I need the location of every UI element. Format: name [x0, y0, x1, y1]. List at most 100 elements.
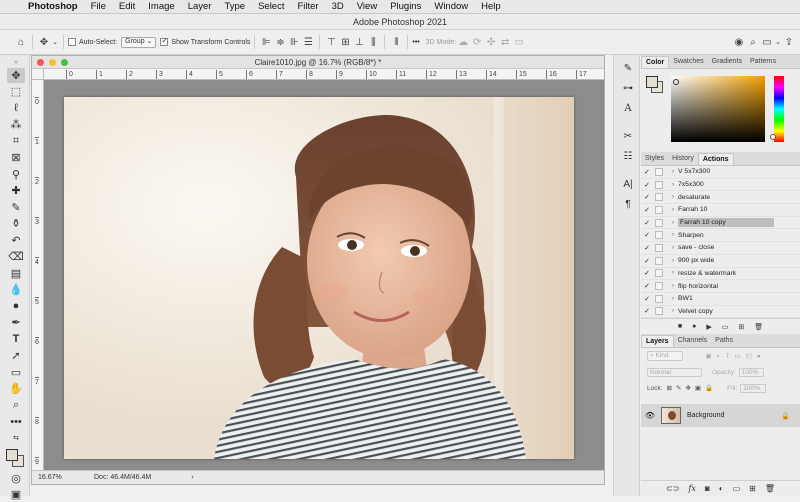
action-item[interactable]: ✓ › save - close [641, 242, 800, 255]
collapse-icon[interactable]: » [7, 58, 25, 66]
action-item[interactable]: ✓ › resize & watermark [641, 268, 800, 281]
gradient-tool-icon[interactable]: ▤ [7, 266, 25, 281]
search-icon[interactable]: ⌕ [746, 35, 760, 49]
properties-icon[interactable]: ☷ [620, 149, 636, 163]
stop-icon[interactable]: ■ [678, 323, 682, 330]
more-tools-icon[interactable]: ••• [7, 414, 25, 429]
foreground-color-swatch[interactable] [6, 449, 18, 461]
action-item[interactable]: ✓ › BW1 [641, 293, 800, 306]
expand-chevron-icon[interactable]: › [668, 182, 678, 188]
action-enabled-check[interactable]: ✓ [641, 307, 653, 315]
close-icon[interactable] [37, 59, 44, 66]
action-dialog-toggle[interactable] [655, 269, 663, 278]
action-enabled-check[interactable]: ✓ [641, 244, 653, 252]
type-tool-icon[interactable]: T [7, 332, 25, 347]
delete-layer-icon[interactable]: 🗑 [765, 484, 775, 493]
zoom-level[interactable]: 16.67% [38, 474, 82, 481]
action-dialog-toggle[interactable] [655, 307, 663, 316]
action-item[interactable]: ✓ › Velvet copy [641, 306, 800, 318]
action-enabled-check[interactable]: ✓ [641, 295, 653, 303]
action-dialog-toggle[interactable] [655, 167, 663, 176]
action-dialog-toggle[interactable] [655, 218, 663, 227]
action-item[interactable]: ✓ › Farrah 10 copy [641, 217, 800, 230]
menu-select[interactable]: Select [252, 1, 291, 12]
dodge-tool-icon[interactable]: ● [7, 299, 25, 314]
clone-stamp-tool-icon[interactable]: ⚱ [7, 216, 25, 231]
action-item[interactable]: ✓ › Sharpen [641, 229, 800, 243]
3d-roll-icon[interactable]: ⟳ [470, 35, 484, 49]
expand-chevron-icon[interactable]: › [668, 169, 678, 175]
action-enabled-check[interactable]: ✓ [641, 257, 653, 265]
menu-filter[interactable]: Filter [291, 1, 325, 12]
align-center-icon[interactable]: ≑ [273, 35, 287, 49]
tab-layers[interactable]: Layers [641, 335, 674, 347]
add-mask-icon[interactable]: ◙ [705, 484, 710, 493]
frame-tool-icon[interactable]: ⊠ [7, 150, 25, 165]
menu-image[interactable]: Image [142, 1, 181, 12]
action-enabled-check[interactable]: ✓ [641, 231, 653, 239]
blend-mode-select[interactable]: Normal [647, 367, 702, 377]
expand-chevron-icon[interactable]: › [668, 283, 678, 289]
crop-tool-icon[interactable]: ⌗ [7, 134, 25, 149]
lock-paint-icon[interactable]: ✎ [676, 384, 681, 392]
action-enabled-check[interactable]: ✓ [641, 219, 653, 227]
action-item[interactable]: ✓ › 900 px wide [641, 255, 800, 268]
tab-color[interactable]: Color [641, 56, 670, 68]
home-icon[interactable]: ⌂ [14, 35, 28, 49]
status-menu-icon[interactable]: › [191, 474, 193, 481]
chevron-down-icon[interactable]: ⌄ [51, 35, 59, 49]
opacity-input[interactable]: 100% [738, 367, 765, 377]
action-dialog-toggle[interactable] [655, 231, 663, 240]
new-action-icon[interactable]: ⊞ [738, 323, 744, 331]
new-set-icon[interactable]: ▭ [722, 323, 729, 331]
lock-pixels-icon[interactable]: ⊠ [667, 384, 672, 392]
tools-presets-icon[interactable]: ✂ [620, 129, 636, 143]
menu-layer[interactable]: Layer [182, 1, 219, 12]
color-picker-handle[interactable] [673, 79, 679, 85]
menu-edit[interactable]: Edit [113, 1, 142, 12]
rectangle-tool-icon[interactable]: ▭ [7, 365, 25, 380]
minimize-icon[interactable] [49, 59, 56, 66]
expand-chevron-icon[interactable]: › [668, 232, 678, 238]
filter-type-icon[interactable]: T [726, 353, 730, 360]
show-transform-checkbox[interactable] [160, 36, 169, 46]
move-tool-icon[interactable]: ✥ [37, 35, 51, 49]
path-selection-tool-icon[interactable]: ➚ [7, 348, 25, 363]
action-item[interactable]: ✓ › Farrah 10 [641, 204, 800, 217]
align-top-icon[interactable]: ⊤ [324, 35, 338, 49]
auto-select-checkbox[interactable] [68, 38, 76, 46]
more-options[interactable]: ••• [412, 39, 419, 46]
action-dialog-toggle[interactable] [655, 282, 663, 291]
photo-canvas[interactable] [64, 97, 574, 459]
adjustments-icon[interactable]: ⊶ [620, 81, 636, 95]
align-bottom-icon[interactable]: ⊥ [352, 35, 366, 49]
brush-settings-icon[interactable]: ✎ [620, 61, 636, 75]
action-enabled-check[interactable]: ✓ [641, 181, 653, 189]
expand-chevron-icon[interactable]: › [668, 220, 678, 226]
align-right-icon[interactable]: ⊪ [287, 35, 301, 49]
distribute-spacing-icon[interactable]: ⫴ [389, 35, 403, 49]
3d-pan-icon[interactable]: ✣ [484, 35, 498, 49]
maximize-icon[interactable] [61, 59, 68, 66]
fill-input[interactable]: 100% [740, 383, 766, 393]
move-tool-icon[interactable]: ✥ [7, 67, 25, 83]
lasso-tool-icon[interactable]: ℓ [7, 101, 25, 116]
color-swatches[interactable] [4, 447, 28, 469]
action-enabled-check[interactable]: ✓ [641, 168, 653, 176]
expand-chevron-icon[interactable]: › [668, 194, 678, 200]
filter-toggle-icon[interactable]: ● [757, 353, 761, 360]
menu-help[interactable]: Help [475, 1, 508, 12]
filter-pixel-icon[interactable]: ▣ [705, 352, 711, 360]
action-dialog-toggle[interactable] [655, 180, 663, 189]
align-middle-icon[interactable]: ⊞ [338, 35, 352, 49]
adjustment-layer-icon[interactable]: ◐ [719, 484, 724, 493]
filter-smart-icon[interactable]: ◰ [746, 352, 752, 360]
new-layer-icon[interactable]: ⊞ [749, 484, 756, 493]
menu-window[interactable]: Window [428, 1, 475, 12]
glyphs-icon[interactable]: A| [620, 177, 636, 191]
3d-slide-icon[interactable]: ⇄ [498, 35, 512, 49]
paragraph-icon[interactable]: ¶ [620, 197, 636, 211]
action-dialog-toggle[interactable] [655, 193, 663, 202]
saturation-brightness-field[interactable] [671, 76, 765, 142]
distribute-icon[interactable]: ☰ [301, 35, 315, 49]
